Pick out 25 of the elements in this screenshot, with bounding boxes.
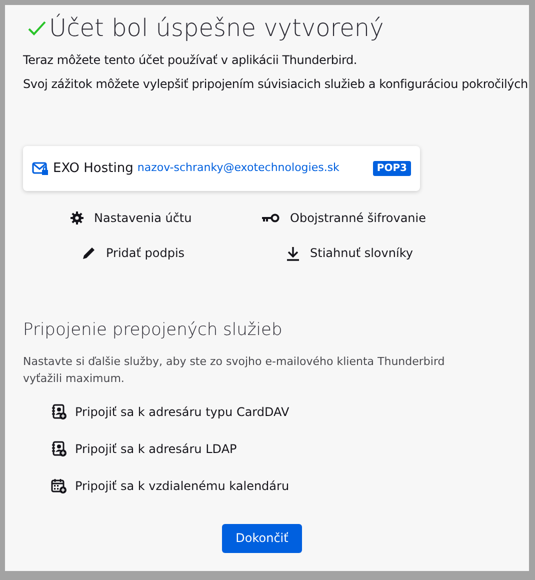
key-icon [262,213,280,223]
page-title: Účet bol úspešne vytvorený [49,12,384,44]
service-link[interactable]: Pripojiť sa k adresáru typu CardDAV [51,402,290,420]
finish-button[interactable]: Dokončiť [222,524,302,552]
account-email: nazov-schranky@exotechnologies.sk [137,160,340,176]
action-link[interactable]: Stiahnuť slovníky [231,244,413,262]
checkmark-icon [27,19,47,37]
pencil-icon [82,246,96,260]
action-link[interactable]: Pridať podpis [5,244,185,262]
account-name: EXO Hosting [53,160,134,178]
address-book-icon [51,440,67,456]
action-link[interactable]: Obojstranné šifrovanie [231,209,426,227]
service-link[interactable]: Pripojiť sa k adresáru LDAP [51,440,237,458]
calendar-add-icon [51,478,67,494]
section-description: Nastavte si ďalšie služby, aby ste zo svojho e-mailového klienta Thunderbird vyťažili maximum. [23,354,446,386]
protocol-label: POP3 [372,161,411,176]
download-icon [286,246,300,260]
gear-icon [70,211,84,225]
section-title: Pripojenie prepojených služieb [23,319,284,342]
service-link[interactable]: Pripojiť sa k vzdialenému kalendáru [51,476,290,494]
action-link[interactable]: Nastavenia účtu [5,209,192,227]
mail-lock-icon [32,162,49,176]
intro-text: Teraz môžete tento účet používať v aplikácii Thunderbird. [23,52,358,69]
intro-text: Svoj zážitok môžete vylepšiť pripojením súvisiacich služieb a konfiguráciou pokročilých [23,76,529,93]
address-book-icon [51,404,67,420]
